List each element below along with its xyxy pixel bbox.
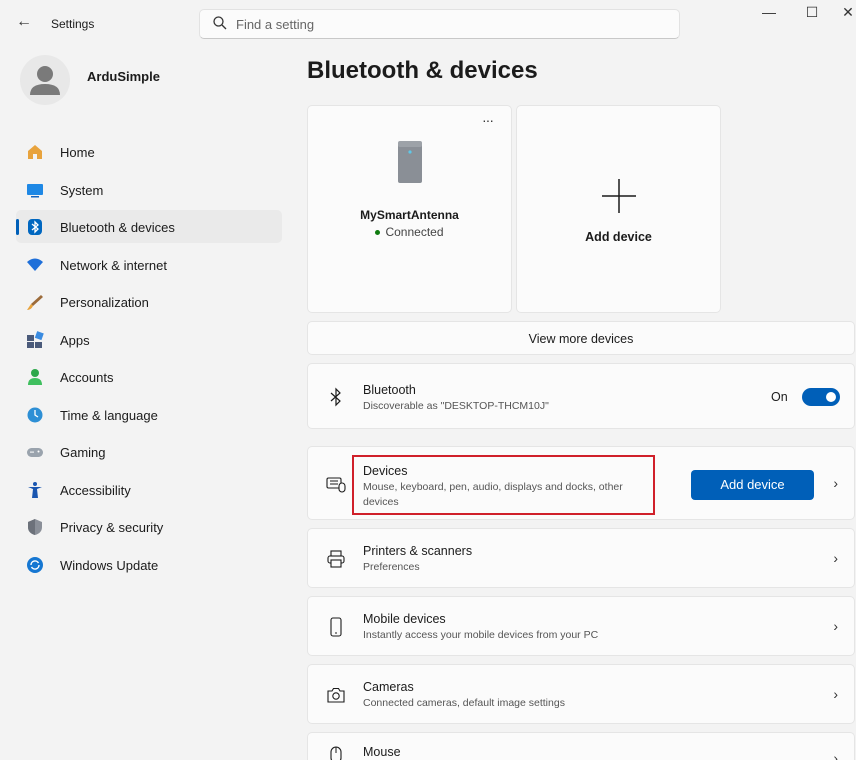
bluetooth-icon xyxy=(28,219,42,235)
search-input[interactable] xyxy=(236,15,656,33)
view-more-label: View more devices xyxy=(528,332,634,346)
sidebar-item-network[interactable]: Network & internet xyxy=(16,248,282,281)
mouse-icon xyxy=(330,746,342,760)
row-title: Mouse xyxy=(363,745,401,759)
sidebar-item-system[interactable]: System xyxy=(16,173,282,206)
add-device-label: Add device xyxy=(585,230,652,244)
back-arrow-icon[interactable]: ← xyxy=(16,13,32,31)
row-title: Printers & scanners xyxy=(363,544,473,558)
sidebar-item-time-language[interactable]: Time & language xyxy=(16,398,282,431)
printer-icon xyxy=(327,550,345,568)
sidebar-item-label: Privacy & security xyxy=(60,520,164,535)
avatar[interactable] xyxy=(20,55,70,105)
brush-icon xyxy=(27,295,43,310)
row-title: Mobile devices xyxy=(363,612,446,626)
mobile-devices-row[interactable]: Mobile devices Instantly access your mob… xyxy=(307,596,855,656)
sidebar-item-bluetooth-devices[interactable]: Bluetooth & devices xyxy=(16,210,282,243)
sidebar-nav: Home System Bluetooth & devices Network … xyxy=(16,135,282,585)
update-icon xyxy=(27,556,43,573)
app-title: Settings xyxy=(51,17,95,31)
home-icon xyxy=(28,145,42,159)
sidebar-item-label: Bluetooth & devices xyxy=(60,220,175,235)
apps-icon xyxy=(27,330,44,348)
chevron-right-icon: › xyxy=(833,550,838,566)
search-box[interactable] xyxy=(199,9,680,39)
more-options-icon[interactable]: ··· xyxy=(482,112,494,128)
active-indicator xyxy=(16,219,19,235)
sidebar-item-accessibility[interactable]: Accessibility xyxy=(16,473,282,506)
accessibility-icon xyxy=(28,481,42,498)
clock-globe-icon xyxy=(27,407,43,422)
sidebar-item-label: System xyxy=(60,182,104,198)
sidebar-item-home[interactable]: Home xyxy=(16,135,282,168)
row-subtitle: Preferences xyxy=(363,561,420,573)
device-name: MySmartAntenna xyxy=(360,208,459,222)
connected-dot-icon xyxy=(375,230,381,236)
sidebar-item-windows-update[interactable]: Windows Update xyxy=(16,548,282,581)
search-icon xyxy=(213,16,227,30)
keyboard-mouse-icon xyxy=(326,477,346,493)
bluetooth-icon xyxy=(330,387,341,407)
wifi-icon xyxy=(27,258,43,271)
device-status: Connected xyxy=(308,225,511,239)
phone-icon xyxy=(330,617,342,637)
mouse-row[interactable]: Mouse › xyxy=(307,732,855,760)
cameras-row[interactable]: Cameras Connected cameras, default image… xyxy=(307,664,855,724)
device-card-mysmartantenna[interactable]: ··· MySmartAntenna Connected xyxy=(307,105,512,313)
chevron-right-icon: › xyxy=(833,475,838,491)
page-title: Bluetooth & devices xyxy=(307,57,538,84)
sidebar-item-personalization[interactable]: Personalization xyxy=(16,285,282,318)
shield-icon xyxy=(28,519,42,535)
user-silhouette-icon xyxy=(30,66,60,95)
minimize-button[interactable]: — xyxy=(757,4,781,28)
chevron-right-icon: › xyxy=(833,686,838,702)
camera-icon xyxy=(327,687,345,703)
add-device-card[interactable]: Add device xyxy=(516,105,721,313)
chevron-right-icon: › xyxy=(833,618,838,634)
sidebar-item-apps[interactable]: Apps xyxy=(16,323,282,356)
device-status-text: Connected xyxy=(385,225,444,239)
profile-name: ArduSimple xyxy=(87,69,160,84)
gamepad-icon xyxy=(27,448,43,457)
title-bar: ← Settings — ☐ ✕ xyxy=(0,0,856,46)
bluetooth-toggle-label: On xyxy=(771,390,788,404)
row-subtitle: Connected cameras, default image setting… xyxy=(363,697,565,709)
sidebar-item-label: Time & language xyxy=(60,407,158,423)
sidebar-item-label: Home xyxy=(60,145,95,160)
chevron-right-icon: › xyxy=(833,750,838,760)
row-title: Cameras xyxy=(363,680,414,694)
system-icon xyxy=(27,183,43,197)
sidebar-item-label: Accounts xyxy=(60,370,114,385)
maximize-button[interactable]: ☐ xyxy=(800,4,824,28)
highlight-annotation-box xyxy=(352,455,655,515)
bluetooth-title: Bluetooth xyxy=(363,383,416,397)
row-subtitle: Instantly access your mobile devices fro… xyxy=(363,629,599,641)
close-button[interactable]: ✕ xyxy=(836,4,856,28)
printers-scanners-row[interactable]: Printers & scanners Preferences › xyxy=(307,528,855,588)
view-more-devices-button[interactable]: View more devices xyxy=(307,321,855,355)
sidebar-item-privacy-security[interactable]: Privacy & security xyxy=(16,510,282,543)
sidebar-item-label: Apps xyxy=(60,332,90,348)
person-icon xyxy=(28,369,42,385)
sidebar-item-label: Network & internet xyxy=(60,257,167,273)
sidebar-item-gaming[interactable]: Gaming xyxy=(16,435,282,468)
sidebar-item-label: Gaming xyxy=(60,445,106,460)
sidebar-item-label: Accessibility xyxy=(60,482,131,498)
sidebar-item-label: Personalization xyxy=(60,295,149,310)
device-icon xyxy=(398,141,422,183)
bluetooth-subtitle: Discoverable as "DESKTOP-THCM10J" xyxy=(363,400,549,412)
plus-icon xyxy=(602,179,636,213)
add-device-button[interactable]: Add device xyxy=(691,470,814,500)
sidebar-item-label: Windows Update xyxy=(60,557,159,573)
toggle-knob xyxy=(826,392,836,402)
bluetooth-toggle[interactable] xyxy=(802,388,840,406)
bluetooth-row: Bluetooth Discoverable as "DESKTOP-THCM1… xyxy=(307,363,855,429)
sidebar-item-accounts[interactable]: Accounts xyxy=(16,360,282,393)
